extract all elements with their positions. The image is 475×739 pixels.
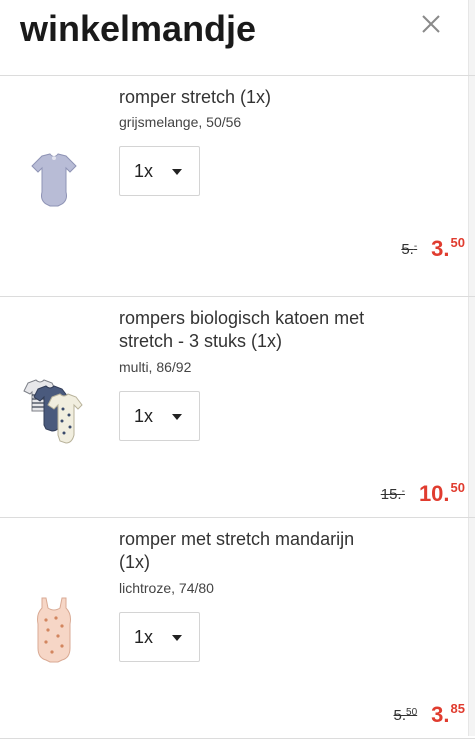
cart-item: rompers biologisch katoen met stretch - … — [0, 297, 475, 518]
cart-item: romper stretch (1x) grijsmelange, 50/56 … — [0, 76, 475, 297]
sale-price: 3. — [431, 702, 450, 727]
cart-item: romper met stretch mandarijn (1x) lichtr… — [0, 518, 475, 739]
old-price: 5.- — [401, 241, 418, 258]
sale-price-cents: 50 — [450, 235, 465, 250]
product-name[interactable]: romper met stretch mandarijn (1x) — [119, 528, 379, 574]
sale-price: 10. — [418, 481, 450, 506]
quantity-value: 1x — [134, 627, 154, 647]
old-price: 15.- — [380, 486, 405, 503]
close-icon[interactable] — [419, 12, 443, 36]
price: 15.- 10. 50 — [381, 481, 465, 507]
product-variant: lichtroze, 74/80 — [119, 580, 214, 596]
quantity-select[interactable]: 1x — [119, 612, 200, 662]
page-title: winkelmandje — [20, 8, 257, 49]
quantity-select[interactable]: 1x — [119, 391, 200, 441]
quantity-value: 1x — [134, 406, 154, 426]
product-image-romper-grey[interactable] — [20, 148, 88, 220]
product-variant: grijsmelange, 50/56 — [119, 114, 242, 130]
chevron-down-icon — [172, 169, 182, 175]
product-image-rompers-3pack[interactable] — [22, 375, 90, 447]
price: 5.50 3. 85 — [394, 702, 465, 728]
product-name[interactable]: rompers biologisch katoen met stretch - … — [119, 307, 379, 353]
product-image-romper-peach[interactable] — [20, 594, 88, 666]
product-variant: multi, 86/92 — [119, 359, 192, 375]
cart-header: winkelmandje — [0, 0, 475, 76]
quantity-select[interactable]: 1x — [119, 146, 200, 196]
product-name[interactable]: romper stretch (1x) — [119, 86, 379, 109]
chevron-down-icon — [172, 635, 182, 641]
sale-price-cents: 50 — [450, 480, 465, 495]
old-price: 5.50 — [393, 707, 418, 724]
price: 5.- 3. 50 — [401, 236, 465, 262]
quantity-value: 1x — [134, 161, 154, 181]
chevron-down-icon — [172, 414, 182, 420]
sale-price: 3. — [431, 236, 450, 261]
sale-price-cents: 85 — [450, 701, 465, 716]
